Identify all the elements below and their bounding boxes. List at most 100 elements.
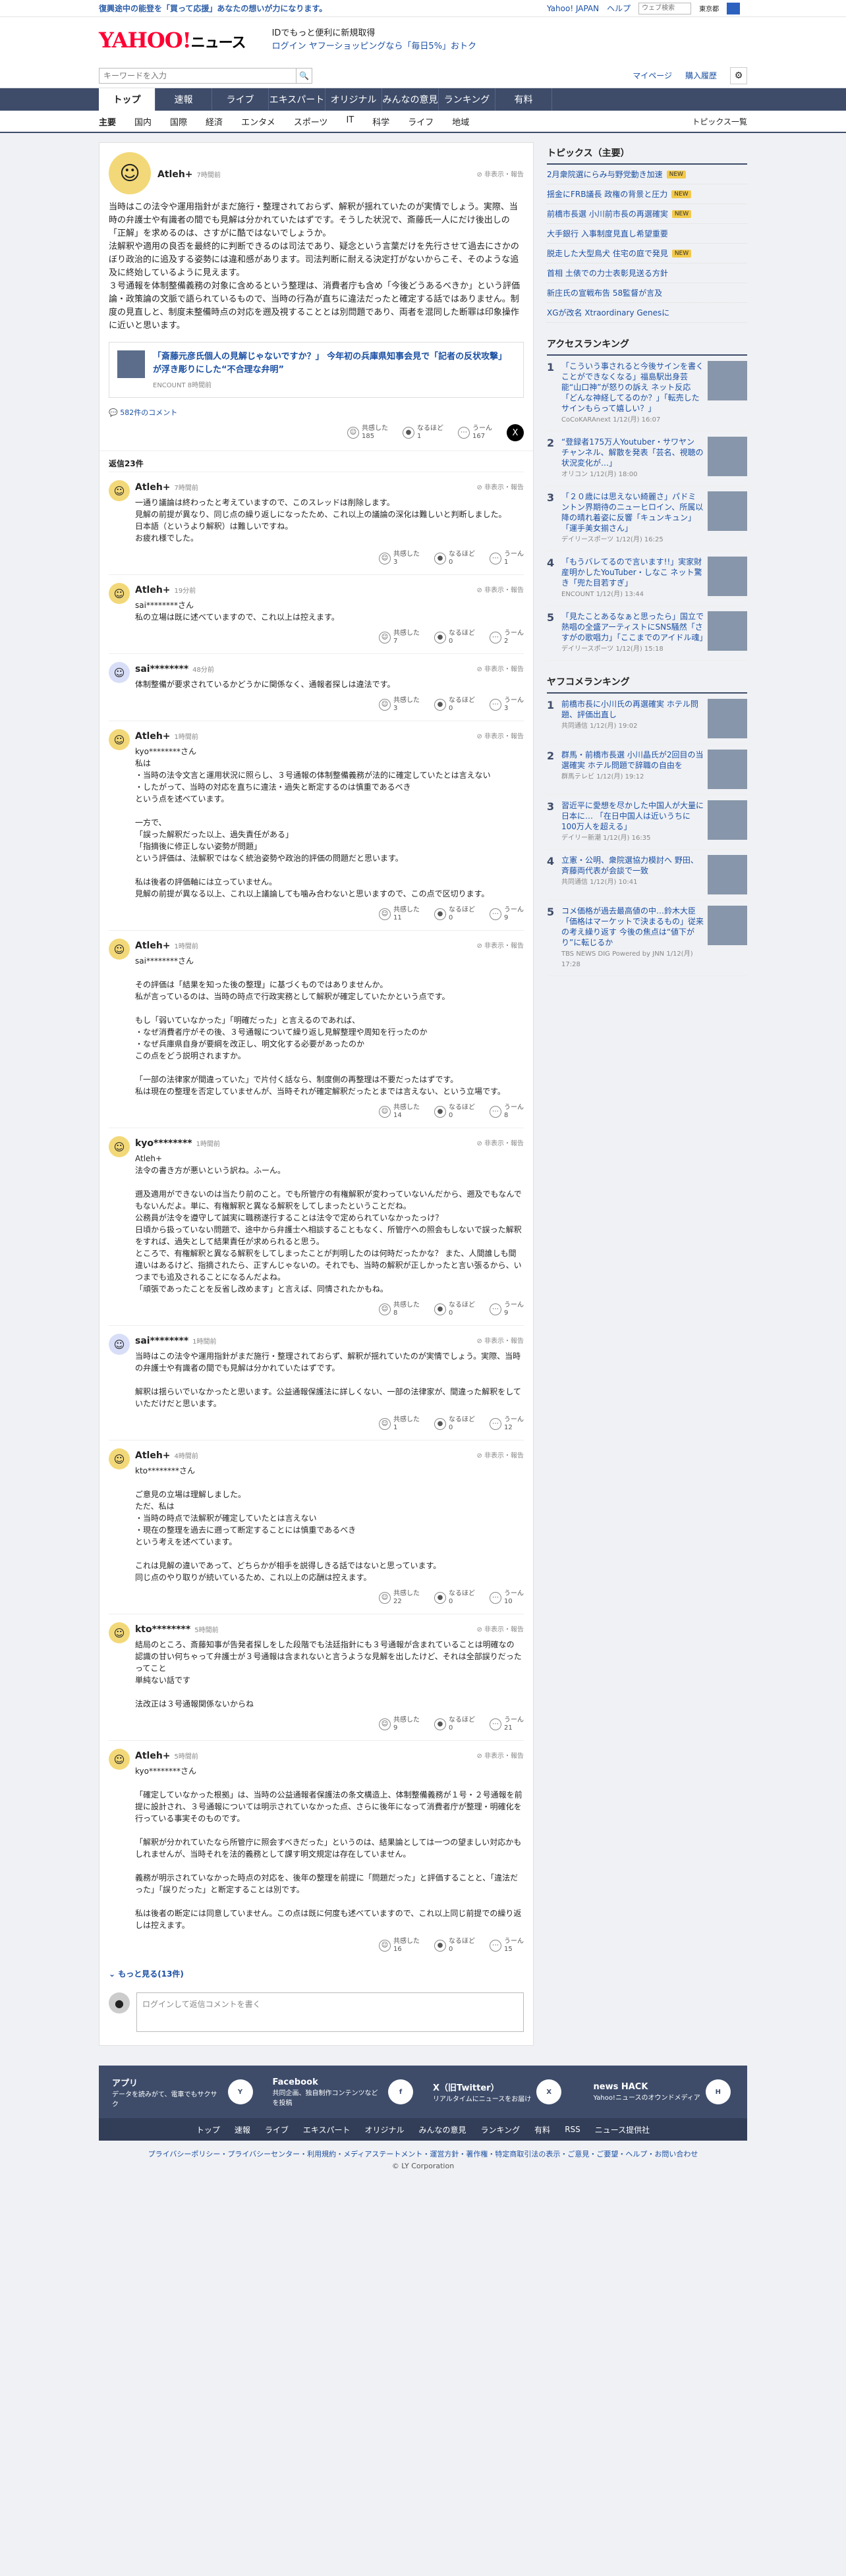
- topic-item[interactable]: 大手銀行 入事制度見直し希望重要: [547, 224, 747, 244]
- subnav-main[interactable]: 主要: [99, 115, 116, 128]
- mypage-link[interactable]: マイページ: [633, 70, 672, 81]
- subnav-it[interactable]: IT: [346, 115, 354, 128]
- empathy-button[interactable]: ☺ 共感した 7: [379, 630, 420, 645]
- ranking-title[interactable]: “登録者175万人Youtuber・サワヤン チャンネル、解散を発表「芸名、視聴…: [561, 437, 704, 468]
- empathy-button[interactable]: ☺ 共感した 16: [379, 1938, 420, 1954]
- subnav-economy[interactable]: 経済: [206, 115, 223, 128]
- user-name[interactable]: sai********: [135, 1336, 188, 1346]
- login-message[interactable]: ログイン ヤフーショッピングなら「毎日5%」おトク: [272, 40, 477, 53]
- hmm-button[interactable]: ⋯ うーん 9: [490, 906, 524, 922]
- footer-nav-item[interactable]: トップ: [196, 2124, 220, 2135]
- subnav-life[interactable]: ライフ: [408, 115, 434, 128]
- convinced-button[interactable]: ● なるほど 1: [403, 425, 443, 441]
- ranking-title[interactable]: 「こういう事されると今後サインを書くことができなくなる」福島駅出身芸能“山口神”…: [561, 361, 704, 414]
- ranking-title[interactable]: 「もうバレてるので言います!!」実家財産明かしたYouTuber・しなこ ネット…: [561, 557, 704, 588]
- hmm-button[interactable]: ⋯ うーん 10: [490, 1590, 524, 1606]
- convinced-button[interactable]: ● なるほど 0: [434, 906, 475, 922]
- tab-opinions[interactable]: みんなの意見: [382, 88, 439, 111]
- news-search-input[interactable]: [99, 67, 296, 84]
- ranking-item[interactable]: 1 前橋市長に小川氏の再選確実 ホテル問題、評価出直し 共同通信 1/12(月) 1…: [547, 694, 747, 744]
- ranking-item[interactable]: 2 群馬・前橋市長選 小川晶氏が2回目の当選確実 ホテル問題で辞職の自由を 群馬テレ…: [547, 744, 747, 795]
- convinced-button[interactable]: ● なるほど 0: [434, 1716, 475, 1732]
- hide-report-link[interactable]: ⊘ 非表示・報告: [476, 1137, 524, 1147]
- ranking-thumbnail[interactable]: [708, 611, 747, 651]
- empathy-button[interactable]: ☺ 共感した 22: [379, 1590, 420, 1606]
- empathy-button[interactable]: ☺ 共感した 3: [379, 697, 420, 713]
- ranking-item[interactable]: 5 コメ価格が過去最高値の中…鈴木大臣「価格はマーケットで決まるもの」従来の考え繰…: [547, 900, 747, 976]
- ranking-thumbnail[interactable]: [708, 800, 747, 840]
- topic-title[interactable]: 2月衆院選にらみ与野党動き加速: [547, 169, 663, 180]
- hide-report-link[interactable]: ⊘ 非表示・報告: [476, 169, 524, 178]
- web-search-input[interactable]: [638, 2, 692, 14]
- convinced-button[interactable]: ● なるほど 0: [434, 697, 475, 713]
- ranking-thumbnail[interactable]: [708, 557, 747, 596]
- topics-list-link[interactable]: トピックス一覧: [692, 116, 747, 127]
- hide-report-link[interactable]: ⊘ 非表示・報告: [476, 730, 524, 740]
- gear-icon[interactable]: ⚙: [730, 67, 747, 84]
- footer-nav-item[interactable]: RSS: [565, 2125, 580, 2134]
- footer-nav-item[interactable]: ニュース提供社: [595, 2124, 650, 2135]
- web-search-button[interactable]: [727, 2, 741, 14]
- hmm-button[interactable]: ⋯ うーん 167: [458, 425, 492, 441]
- topic-item[interactable]: 脱走した大型鳥犬 住宅の庭で発見 NEW: [547, 244, 747, 263]
- topic-item[interactable]: 揺金にFRB議長 政権の背景と圧力 NEW: [547, 184, 747, 204]
- topic-item[interactable]: 首相 土俵での力士表彰見送る方針: [547, 263, 747, 283]
- user-name[interactable]: Atleh+: [135, 585, 171, 595]
- yahoo-news-logo[interactable]: YAHOO!ニュース: [99, 28, 246, 53]
- ranking-title[interactable]: 群馬・前橋市長選 小川晶氏が2回目の当選確実 ホテル問題で辞職の自由を: [561, 750, 704, 771]
- topic-item[interactable]: 2月衆院選にらみ与野党動き加速 NEW: [547, 165, 747, 184]
- ranking-item[interactable]: 4 立憲・公明、衆院選協力模討へ 野田、斉藤両代表が会談で一致 共同通信 1/12(…: [547, 850, 747, 900]
- empathy-button[interactable]: ☺ 共感した 1: [379, 1416, 420, 1432]
- hmm-button[interactable]: ⋯ うーん 15: [490, 1938, 524, 1954]
- hmm-button[interactable]: ⋯ うーん 12: [490, 1416, 524, 1432]
- subnav-local[interactable]: 地域: [452, 115, 469, 128]
- topic-title[interactable]: 揺金にFRB議長 政権の背景と圧力: [547, 188, 667, 200]
- user-name[interactable]: Atleh+: [157, 169, 193, 180]
- topic-item[interactable]: XGが改名 Xtraordinary Genesに: [547, 303, 747, 323]
- hmm-button[interactable]: ⋯ うーん 1: [490, 551, 524, 566]
- footer-nav-item[interactable]: エキスパート: [303, 2124, 351, 2135]
- hmm-button[interactable]: ⋯ うーん 8: [490, 1104, 524, 1120]
- convinced-button[interactable]: ● なるほど 0: [434, 1302, 475, 1317]
- user-name[interactable]: Atleh+: [135, 482, 171, 493]
- topic-title[interactable]: XGが改名 Xtraordinary Genesに: [547, 307, 669, 318]
- user-name[interactable]: Atleh+: [135, 1450, 171, 1461]
- subnav-entertainment[interactable]: エンタメ: [241, 115, 275, 128]
- hide-report-link[interactable]: ⊘ 非表示・報告: [476, 1624, 524, 1633]
- hide-report-link[interactable]: ⊘ 非表示・報告: [476, 1450, 524, 1460]
- convinced-button[interactable]: ● なるほど 0: [434, 551, 475, 566]
- topic-item[interactable]: 新庄氏の宣戦布告 58監督が言及: [547, 283, 747, 303]
- ranking-thumbnail[interactable]: [708, 855, 747, 894]
- tab-top[interactable]: トップ: [99, 88, 155, 111]
- tab-breaking[interactable]: 速報: [155, 88, 212, 111]
- ranking-item[interactable]: 2 “登録者175万人Youtuber・サワヤン チャンネル、解散を発表「芸名、視…: [547, 431, 747, 486]
- topic-title[interactable]: 首相 土俵での力士表彰見送る方針: [547, 267, 668, 279]
- ranking-title[interactable]: 「２０歳には思えない綺麗さ」パドミントン界期待のニューヒロイン、所属以降の晴れ着…: [561, 491, 704, 534]
- empathy-button[interactable]: ☺ 共感した 3: [379, 551, 420, 566]
- footer-app[interactable]: news HACK Yahoo!ニュースのオウンドメディア H: [594, 2079, 735, 2104]
- subnav-international[interactable]: 国際: [170, 115, 187, 128]
- empathy-button[interactable]: ☺ 共感した 9: [379, 1716, 420, 1732]
- convinced-button[interactable]: ● なるほど 0: [434, 1590, 475, 1606]
- region-label[interactable]: 東京都: [699, 3, 719, 13]
- ranking-thumbnail[interactable]: [708, 906, 747, 945]
- empathy-button[interactable]: ☺ 共感した 185: [347, 425, 388, 441]
- topic-title[interactable]: 新庄氏の宣戦布告 58監督が言及: [547, 287, 662, 298]
- ranking-item[interactable]: 4 「もうバレてるので言います!!」実家財産明かしたYouTuber・しなこ ネッ…: [547, 551, 747, 606]
- footer-links[interactable]: プライバシーポリシー・プライバシーセンター・利用規約・メディアステートメント・運…: [0, 2141, 846, 2162]
- subnav-domestic[interactable]: 国内: [134, 115, 152, 128]
- ranking-item[interactable]: 5 「見たことあるなぁと思ったら」国立で熱唱の全盛アーティストにSNS騒然「さすが…: [547, 606, 747, 661]
- footer-app[interactable]: アプリ データを読みがて、電車でもサクサク Y: [112, 2076, 253, 2108]
- purchase-history-link[interactable]: 購入履歴: [685, 70, 717, 81]
- comment-count-link[interactable]: 💬 582件のコメント: [109, 407, 524, 418]
- footer-app[interactable]: X（旧Twitter） リアルタイムにニュースをお届け X: [433, 2079, 574, 2104]
- promo-link[interactable]: 復興途中の能登を「買って応援」あなたの想いが力になります。: [99, 3, 327, 14]
- convinced-button[interactable]: ● なるほど 0: [434, 630, 475, 645]
- ranking-item[interactable]: 3 「２０歳には思えない綺麗さ」パドミントン界期待のニューヒロイン、所属以降の晴れ…: [547, 486, 747, 551]
- article-title[interactable]: 「斎藤元彦氏個人の見解じゃないですか？」 今年初の兵庫県知事会見で「記者の反状攻…: [153, 350, 515, 377]
- hide-report-link[interactable]: ⊘ 非表示・報告: [476, 481, 524, 491]
- convinced-button[interactable]: ● なるほど 0: [434, 1416, 475, 1432]
- hmm-button[interactable]: ⋯ うーん 3: [490, 697, 524, 713]
- ranking-item[interactable]: 3 習近平に愛想を尽かした中国人が大量に日本に… 「在日中国人は近いうちに100万…: [547, 795, 747, 850]
- hide-report-link[interactable]: ⊘ 非表示・報告: [476, 1750, 524, 1760]
